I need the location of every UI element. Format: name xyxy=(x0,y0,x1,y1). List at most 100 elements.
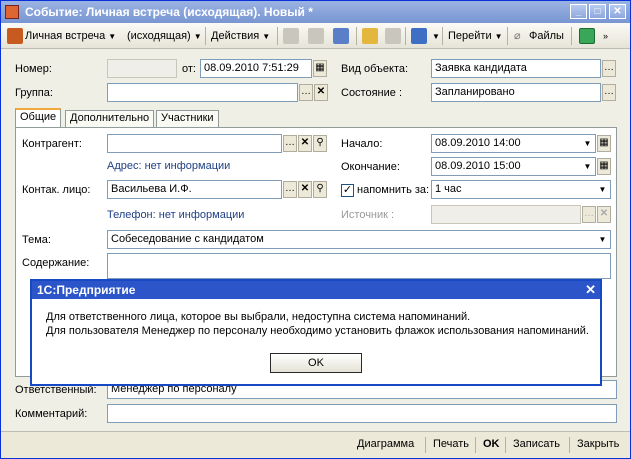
select-button[interactable]: … xyxy=(602,84,616,101)
clear-icon[interactable]: ✕ xyxy=(298,135,312,152)
chevron-down-icon: ▼ xyxy=(262,32,271,41)
toolbar-separator xyxy=(571,27,572,45)
source-field[interactable] xyxy=(431,205,581,224)
chevron-down-icon: ▼ xyxy=(432,32,440,41)
calendar-icon[interactable]: ▦ xyxy=(597,135,611,152)
event-window: Событие: Личная встреча (исходящая). Нов… xyxy=(0,0,631,459)
post-icon[interactable] xyxy=(385,28,401,44)
bottom-separator xyxy=(475,437,476,453)
window-title: Событие: Личная встреча (исходящая). Нов… xyxy=(25,5,313,19)
event-type-icon xyxy=(7,28,23,44)
dialog-ok-button[interactable]: OK xyxy=(270,353,362,373)
clear-icon[interactable]: ✕ xyxy=(597,206,611,223)
actions-menu[interactable]: Действия ▼ xyxy=(211,27,270,45)
calendar-icon[interactable]: ▦ xyxy=(597,158,611,175)
toolbar-separator xyxy=(405,27,406,45)
phone-info: Телефон: нет информации xyxy=(107,209,245,221)
back-icon[interactable] xyxy=(283,28,299,44)
save-button[interactable]: Записать xyxy=(513,438,560,450)
group-field[interactable] xyxy=(107,83,298,102)
source-label: Источник : xyxy=(341,209,395,221)
close-icon[interactable]: ✕ xyxy=(585,281,596,299)
chevron-down-icon[interactable]: ▼ xyxy=(595,181,610,198)
clear-icon[interactable]: ✕ xyxy=(298,181,312,198)
number-field[interactable] xyxy=(107,59,177,78)
direction-menu[interactable]: (исходящая) ▼ xyxy=(127,27,202,45)
select-button[interactable]: … xyxy=(582,206,596,223)
select-button[interactable]: … xyxy=(283,181,297,198)
comment-label: Комментарий: xyxy=(15,408,88,420)
message-dialog: 1С:Предприятие ✕ Для ответственного лица… xyxy=(30,279,602,386)
dialog-message-line1: Для ответственного лица, которое вы выбр… xyxy=(46,311,471,323)
toolbar: Личная встреча ▼ (исходящая) ▼ Действия ▼ ▼… xyxy=(1,23,630,49)
title-bar: Событие: Личная встреча (исходящая). Нов… xyxy=(1,1,630,23)
type-menu[interactable]: Личная встреча ▼ xyxy=(25,27,116,45)
start-field[interactable]: 08.09.2010 14:00 xyxy=(431,134,596,153)
print-button[interactable]: Печать xyxy=(433,438,469,450)
start-label: Начало: xyxy=(341,138,383,150)
remind-field[interactable]: 1 час xyxy=(431,180,611,199)
bottom-separator xyxy=(425,437,426,453)
copy-dropdown[interactable]: ▼ xyxy=(429,27,440,45)
chevron-down-icon[interactable]: ▼ xyxy=(580,158,595,175)
state-label: Состояние : xyxy=(341,87,402,99)
refresh-icon[interactable] xyxy=(579,28,595,44)
content-field[interactable] xyxy=(107,253,611,279)
end-field[interactable]: 08.09.2010 15:00 xyxy=(431,157,596,176)
app-icon xyxy=(5,5,19,19)
number-label: Номер: xyxy=(15,63,52,75)
end-label: Окончание: xyxy=(341,161,400,173)
paperclip-icon[interactable]: ⌀ xyxy=(514,27,521,45)
chevron-down-icon[interactable]: ▼ xyxy=(595,231,610,248)
contact-label: Контак. лицо: xyxy=(22,184,91,196)
minimize-button[interactable]: _ xyxy=(570,4,587,19)
dialog-message-line2: Для пользователя Менеджер по персоналу н… xyxy=(46,325,589,337)
exchange-icon[interactable] xyxy=(333,28,349,44)
close-button[interactable]: ✕ xyxy=(609,4,626,19)
chevron-down-icon[interactable]: ▼ xyxy=(580,135,595,152)
toolbar-chevron-icon[interactable]: » xyxy=(603,27,608,45)
files-button[interactable]: Файлы xyxy=(529,27,564,45)
select-button[interactable]: … xyxy=(299,84,313,101)
tab-additional[interactable]: Дополнительно xyxy=(65,110,155,127)
subject-field[interactable]: Собеседование с кандидатом xyxy=(107,230,611,249)
maximize-button[interactable]: □ xyxy=(589,4,606,19)
clear-icon[interactable]: ✕ xyxy=(314,84,328,101)
select-button[interactable]: … xyxy=(602,60,616,77)
close-form-button[interactable]: Закрыть xyxy=(577,438,619,450)
counterparty-field[interactable] xyxy=(107,134,282,153)
bottom-separator xyxy=(505,437,506,453)
contact-field[interactable]: Васильева И.Ф. xyxy=(107,180,282,199)
copy-icon[interactable] xyxy=(411,28,427,44)
toolbar-separator xyxy=(442,27,443,45)
bottom-separator xyxy=(569,437,570,453)
address-info: Адрес: нет информации xyxy=(107,160,231,172)
chevron-down-icon: ▼ xyxy=(494,32,503,41)
ok-button[interactable]: OK xyxy=(483,438,500,450)
tab-general[interactable]: Общие xyxy=(15,108,62,128)
date-field[interactable]: 08.09.2010 7:51:29 xyxy=(200,59,312,78)
object-type-label: Вид объекта: xyxy=(341,63,409,75)
diagram-button[interactable]: Диаграмма xyxy=(357,438,414,450)
counterparty-label: Контрагент: xyxy=(22,138,82,150)
search-icon[interactable]: ⚲ xyxy=(313,181,327,198)
calendar-icon[interactable]: ▦ xyxy=(313,60,327,77)
comment-field[interactable] xyxy=(107,404,617,423)
bottom-bar: Диаграмма Печать OK Записать Закрыть xyxy=(1,431,630,458)
tab-participants[interactable]: Участники xyxy=(156,110,219,127)
document-icon[interactable] xyxy=(362,28,378,44)
search-icon[interactable]: ⚲ xyxy=(313,135,327,152)
toolbar-separator xyxy=(277,27,278,45)
select-button[interactable]: … xyxy=(283,135,297,152)
state-field[interactable]: Запланировано xyxy=(431,83,601,102)
toolbar-separator xyxy=(205,27,206,45)
object-type-field[interactable]: Заявка кандидата xyxy=(431,59,601,78)
from-label: от: xyxy=(182,63,196,75)
content-label: Содержание: xyxy=(22,257,90,269)
forward-icon[interactable] xyxy=(308,28,324,44)
subject-label: Тема: xyxy=(22,234,51,246)
remind-checkbox[interactable]: ✓ xyxy=(341,184,354,197)
dialog-title: 1С:Предприятие xyxy=(32,281,600,299)
goto-menu[interactable]: Перейти ▼ xyxy=(448,27,503,45)
chevron-down-icon: ▼ xyxy=(108,32,117,41)
